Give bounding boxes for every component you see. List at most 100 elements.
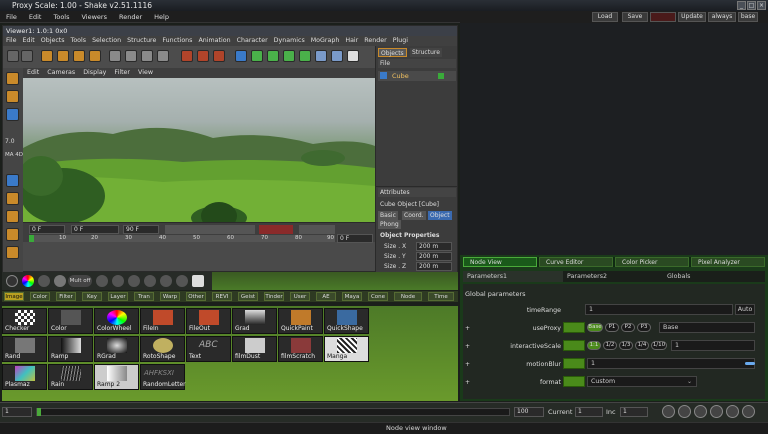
tab-filter[interactable]: Filter: [56, 292, 76, 301]
menu-viewers[interactable]: Viewers: [76, 11, 113, 23]
render-settings-icon[interactable]: [213, 50, 225, 62]
tool-grad[interactable]: Grad: [232, 308, 277, 334]
polygons-mode-icon[interactable]: [6, 192, 19, 205]
tab-node[interactable]: Node: [394, 292, 422, 301]
texture-mode-icon[interactable]: [6, 210, 19, 223]
tool-plasmaz[interactable]: Plasmaz: [2, 364, 47, 390]
menu-tools[interactable]: Tools: [47, 11, 75, 23]
tab-ae[interactable]: AE: [316, 292, 336, 301]
node-view-area[interactable]: [460, 23, 768, 255]
tool-fileout[interactable]: FileOut: [186, 308, 231, 334]
base-button[interactable]: base: [738, 12, 758, 22]
playback-controls[interactable]: [165, 225, 255, 234]
tool-quickshape[interactable]: QuickShape: [324, 308, 369, 334]
z-axis-icon[interactable]: [141, 50, 153, 62]
flipbook-icon[interactable]: [54, 275, 66, 287]
scale-1-4-button[interactable]: 1/4: [635, 341, 649, 350]
tab-objects[interactable]: Objects: [378, 48, 407, 57]
attr-tab-basic[interactable]: Basic: [378, 211, 398, 220]
tool-rain[interactable]: Rain: [48, 364, 93, 390]
size-x-field[interactable]: 200 m: [416, 242, 452, 251]
attr-tab-object[interactable]: Object: [428, 211, 452, 220]
play-backward-icon[interactable]: [662, 405, 675, 418]
motionblur-slider-icon[interactable]: [745, 362, 755, 365]
c4d-menu-animation[interactable]: Animation: [195, 36, 233, 46]
tool-ramp[interactable]: Ramp: [48, 336, 93, 362]
color-picker-icon[interactable]: [22, 275, 34, 287]
tab-key[interactable]: Key: [82, 292, 102, 301]
c4d-menu-file[interactable]: File: [3, 36, 20, 46]
tab-curve-editor[interactable]: Curve Editor: [539, 257, 613, 267]
expand-format-icon[interactable]: +: [465, 379, 470, 386]
time-end-field[interactable]: 100: [514, 407, 544, 417]
object-mode-icon[interactable]: [6, 90, 19, 103]
attr-tab-phong[interactable]: Phong: [378, 220, 401, 229]
c4d-menu-character[interactable]: Character: [234, 36, 271, 46]
tool-manga[interactable]: Manga: [324, 336, 369, 362]
rotate-icon[interactable]: [89, 50, 101, 62]
tool-rgrad[interactable]: RGrad: [94, 336, 139, 362]
edges-mode-icon[interactable]: [6, 174, 19, 187]
auto-button[interactable]: Auto: [735, 304, 755, 315]
tool-checker[interactable]: Checker: [2, 308, 47, 334]
proxy-p3-button[interactable]: P3: [637, 323, 651, 332]
view-menu-edit[interactable]: Edit: [23, 68, 43, 78]
tab-color[interactable]: Color: [30, 292, 50, 301]
tool-randomletter[interactable]: AHFKSXI RandomLetter: [140, 364, 186, 390]
tab-globals[interactable]: Globals: [663, 271, 765, 282]
tool-icon-2[interactable]: [112, 275, 124, 287]
update-button[interactable]: Update: [678, 12, 706, 22]
tab-pixel-analyzer[interactable]: Pixel Analyzer: [691, 257, 765, 267]
tool-icon-5[interactable]: [160, 275, 172, 287]
attr-tab-coord[interactable]: Coord.: [402, 211, 426, 220]
tab-user[interactable]: User: [290, 292, 310, 301]
y-axis-icon[interactable]: [125, 50, 137, 62]
always-button[interactable]: always: [708, 12, 736, 22]
current-frame-field[interactable]: 0 F: [71, 225, 119, 234]
tool-icon-6[interactable]: [176, 275, 188, 287]
tab-parameters2[interactable]: Parameters2: [563, 271, 663, 282]
c4d-menu-hair[interactable]: Hair: [342, 36, 361, 46]
proxy-p2-button[interactable]: P2: [621, 323, 635, 332]
expand-interactivescale-icon[interactable]: +: [465, 343, 470, 350]
proxy-p1-button[interactable]: P1: [605, 323, 619, 332]
time-slider-handle[interactable]: [37, 408, 41, 416]
menu-edit[interactable]: Edit: [23, 11, 48, 23]
coord-system-icon[interactable]: [157, 50, 169, 62]
camera-icon[interactable]: [331, 50, 343, 62]
minimize-icon[interactable]: _: [737, 1, 746, 10]
c4d-menu-dynamics[interactable]: Dynamics: [271, 36, 308, 46]
tab-maya[interactable]: Maya: [342, 292, 362, 301]
object-row-cube[interactable]: Cube: [378, 71, 456, 81]
tab-time[interactable]: Time: [428, 292, 454, 301]
color-wheel-icon[interactable]: [6, 275, 18, 287]
c4d-menu-structure[interactable]: Structure: [124, 36, 159, 46]
scale-1-2-button[interactable]: 1/2: [603, 341, 617, 350]
frame-ruler[interactable]: 10 20 30 40 50 60 70 80 90: [29, 235, 335, 242]
object-manager-file-menu[interactable]: File: [378, 59, 456, 68]
chevron-down-icon[interactable]: ⌄: [687, 378, 692, 385]
c4d-menu-mograph[interactable]: MoGraph: [308, 36, 343, 46]
scene-icon[interactable]: [315, 50, 327, 62]
view-menu-filter[interactable]: Filter: [110, 68, 134, 78]
proxy-base-button[interactable]: Base: [587, 323, 603, 332]
tool-rotoshape[interactable]: RotoShape: [140, 336, 185, 362]
tool-text[interactable]: ABC Text: [186, 336, 231, 362]
menu-help[interactable]: Help: [148, 11, 175, 23]
motionblur-field[interactable]: 1: [587, 358, 755, 369]
view-menu-display[interactable]: Display: [79, 68, 110, 78]
cube-icon[interactable]: [235, 50, 247, 62]
points-mode-icon[interactable]: [6, 108, 19, 121]
scale-1-10-button[interactable]: 1/10: [651, 341, 667, 350]
tab-tinder[interactable]: Tinder: [264, 292, 284, 301]
x-axis-icon[interactable]: [109, 50, 121, 62]
viewer-icon[interactable]: [38, 275, 50, 287]
step-forward-icon[interactable]: [726, 405, 739, 418]
tab-image[interactable]: Image: [4, 292, 24, 301]
tool-ramp2[interactable]: Ramp 2: [94, 364, 139, 390]
light-icon[interactable]: [347, 50, 359, 62]
end-frame-field[interactable]: 90 F: [123, 225, 159, 234]
scale-icon[interactable]: [73, 50, 85, 62]
redo-icon[interactable]: [21, 50, 33, 62]
view-menu-cameras[interactable]: Cameras: [43, 68, 79, 78]
